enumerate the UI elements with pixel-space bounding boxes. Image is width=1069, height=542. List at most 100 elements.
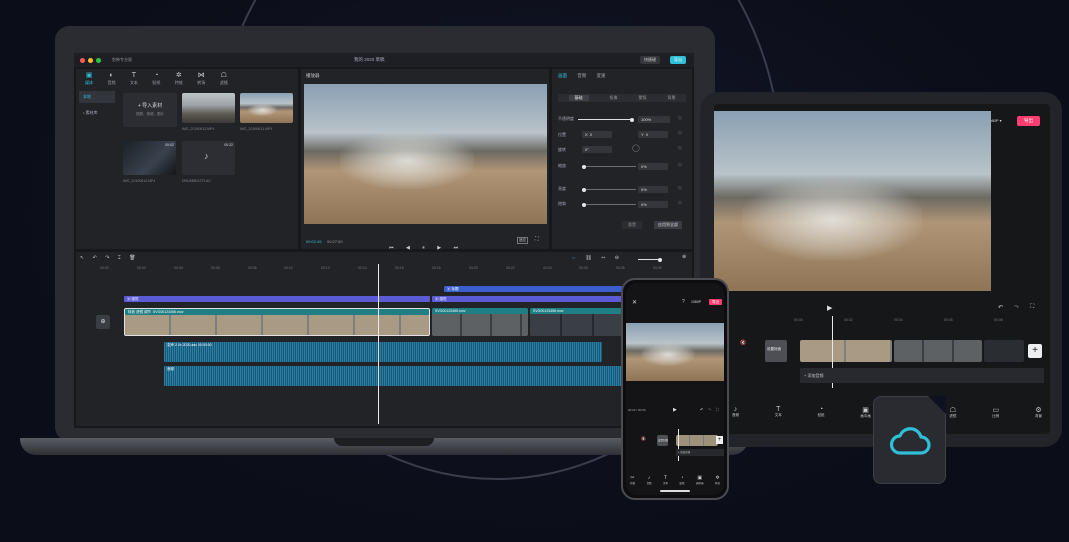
step-forward-icon[interactable]: ▶ [437,245,441,251]
rotation-dial-icon[interactable]: ◯ [632,144,640,152]
video-clip-1[interactable]: 特效 滤镜 调节 SVG00123456.mov [124,308,430,336]
phone-clip-1[interactable] [676,435,718,446]
phone-add-audio-bar[interactable]: + 添加音频 [676,449,724,456]
scale-slider[interactable] [582,164,636,169]
saturation-slider-knob[interactable] [582,202,586,207]
tablet-mute-icon[interactable]: 🔇 [740,340,746,346]
tablet-redo-icon[interactable]: ↷ [1014,304,1019,311]
keyframe-icon[interactable]: ◇ [678,145,682,151]
scale-slider-knob[interactable] [582,164,586,169]
zoom-slider[interactable] [638,257,662,262]
undo-icon[interactable]: ↶ [93,255,97,261]
media-thumb-2[interactable] [240,93,293,123]
keyframe-icon[interactable]: ◇ [678,130,682,136]
tablet-cover-tile[interactable]: 设置封面 [765,340,787,362]
link-icon[interactable]: ⛓ [585,255,591,261]
step-back-icon[interactable]: ◀ [406,245,410,251]
tablet-tool-filter[interactable]: ☖ 滤镜 [949,406,956,419]
sidebar-item-library[interactable]: • 素材库 [79,107,115,119]
opacity-value[interactable]: 100% [638,116,670,123]
phone-tool-text[interactable]: T 文本 [663,475,668,485]
subtab-background[interactable]: 背景 [668,95,676,101]
select-cursor-icon[interactable]: ↖ [80,255,84,261]
audio-clip-1[interactable]: 变声 2.0x 2020.aac 00:00:00 [164,342,602,362]
video-clip-3[interactable]: SVG00123456.mov [530,308,634,336]
subtab-keying[interactable]: 抠像 [610,95,618,101]
tablet-clip-1[interactable] [800,340,892,362]
delete-icon[interactable]: 🗑 [129,255,135,261]
tablet-tool-text[interactable]: T 文本 [775,406,782,419]
phone-playhead[interactable] [678,429,679,461]
phone-add-clip-icon[interactable]: + [716,436,723,444]
phone-undo-icon[interactable]: ↶ [700,407,703,412]
phone-export-button[interactable]: 导出 [709,299,722,305]
close-window-dot[interactable] [80,57,85,63]
tablet-export-button[interactable]: 导出 [1017,116,1040,126]
brightness-value[interactable]: 0% [638,186,668,193]
phone-mute-icon[interactable]: 🔇 [641,436,646,441]
pause-icon[interactable]: ⏸ [422,245,425,251]
phone-cover-tile[interactable]: 设置封面 [657,435,668,446]
tablet-clip-3[interactable] [984,340,1024,362]
tablet-tool-audio[interactable]: ♪ 音频 [732,406,739,419]
tablet-undo-icon[interactable]: ↶ [998,304,1003,311]
zoom-slider-knob[interactable] [658,257,662,262]
position-y[interactable]: Y 0 [638,131,668,138]
phone-tool-sticker[interactable]: ◔ 贴纸 [679,475,684,485]
preview-axis-icon[interactable]: ⇿ [601,255,605,261]
brightness-slider-knob[interactable] [582,187,586,192]
apply-all-button[interactable]: 应用到全部 [654,221,682,229]
tab-sound[interactable]: 音频 [577,73,586,78]
ratio-button[interactable]: 适应 [517,237,528,244]
sidebar-item-local[interactable]: 本地 [79,91,115,103]
phone-redo-icon[interactable]: ↷ [708,407,711,412]
saturation-slider[interactable] [582,202,636,207]
phone-fullscreen-icon[interactable]: ⛶ [716,407,719,412]
text-track-2[interactable]: ▣ 感觉 [432,296,634,302]
rotation-value[interactable]: 0° [582,146,612,153]
tab-text[interactable]: T 文本 [125,72,143,86]
position-x[interactable]: X 0 [582,131,612,138]
track-cover-icon[interactable]: ⊕ [96,315,110,329]
zoom-window-dot[interactable] [96,57,101,63]
tab-picture[interactable]: 画面 [558,73,567,78]
media-thumb-1[interactable] [182,93,235,123]
keyframe-icon[interactable]: ◇ [678,200,682,206]
phone-tool-cut[interactable]: ✂ 剪辑 [630,475,635,485]
phone-tool-audio[interactable]: ♪ 音频 [646,475,651,485]
subtab-basic[interactable]: 基础 [568,95,589,101]
brightness-slider[interactable] [582,187,636,192]
tablet-fullscreen-icon[interactable]: ⛶ [1030,304,1034,311]
skip-start-icon[interactable]: ⏮ [389,245,394,251]
timeline-playhead[interactable] [378,264,379,424]
phone-play-icon[interactable]: ▶ [673,407,677,413]
phone-help-icon[interactable]: ? [682,299,685,305]
import-media-tile[interactable]: + 导入素材 视频、音频、图片 [123,93,177,127]
opacity-slider[interactable] [578,117,634,122]
timeline-ruler[interactable]: 00:00 00:02 00:04 00:06 00:08 00:10 00:12 00:14… [100,266,690,272]
tab-audio[interactable]: ◐ 音频 [102,72,120,86]
split-icon[interactable]: ⌶ [118,255,121,261]
text-track-title[interactable]: ▣ 标题 [444,286,634,292]
tablet-clip-2[interactable] [894,340,982,362]
tablet-tool-ratio[interactable]: ▭ 比例 [992,406,999,419]
minimize-window-dot[interactable] [88,57,93,63]
media-thumb-4[interactable]: ♪ 00:22 [182,141,235,175]
tablet-tool-sticker[interactable]: ◔ 贴纸 [818,406,825,419]
skip-end-icon[interactable]: ⏭ [454,245,459,251]
text-track-1[interactable]: ▣ 感觉 [124,296,430,302]
tablet-add-audio-bar[interactable]: + 添加音频 [800,368,1044,383]
tab-media[interactable]: ▣ 媒体 [80,72,98,86]
media-thumb-3[interactable]: 00:02 [123,141,176,175]
phone-tool-pip[interactable]: ▣ 画中画 [696,475,704,485]
keyframe-icon[interactable]: ◇ [678,162,682,168]
zoom-out-icon[interactable]: ⊖ [615,255,619,261]
magnet-icon[interactable]: ⇔ [571,255,576,261]
phone-resolution-select[interactable]: 1080P [691,300,701,304]
tablet-tool-pip[interactable]: ▣ 画中画 [860,406,871,419]
shortcut-button[interactable]: 快捷键 [640,56,660,64]
phone-close-icon[interactable]: ✕ [632,299,637,306]
tablet-tool-background[interactable]: ⚙ 背景 [1035,406,1042,419]
tab-filter[interactable]: ☖ 滤镜 [215,72,233,86]
opacity-slider-knob[interactable] [630,117,634,122]
